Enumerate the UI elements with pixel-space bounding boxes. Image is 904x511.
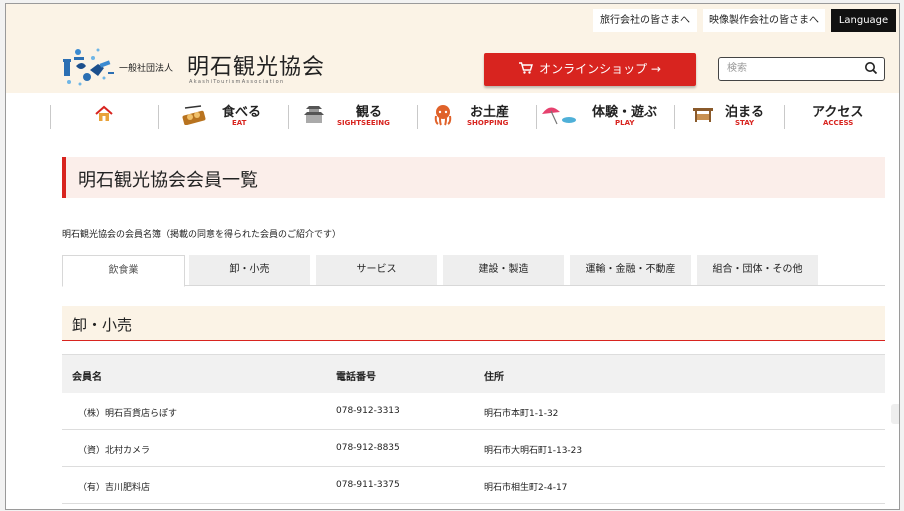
nav-sightseeing[interactable]: 観る SIGHTSEEING <box>303 101 413 131</box>
film-production-link[interactable]: 映像製作会社の皆さまへ <box>703 9 825 32</box>
nav-divider <box>158 105 159 129</box>
search-input[interactable] <box>727 60 857 76</box>
logo-title[interactable]: 明石観光協会 <box>187 49 325 81</box>
tab-food[interactable]: 飲食業 <box>62 255 185 287</box>
table-header: 会員名 電話番号 住所 <box>62 354 885 394</box>
tab-retail[interactable]: 卸・小売 <box>189 255 310 285</box>
table-row: （資）北村カメラ 078-912-8835 明石市大明石町1-13-23 <box>62 430 885 467</box>
nav-divider <box>50 105 51 129</box>
table-row: （株）明石百貨店らぽす 078-912-3313 明石市本町1-1-32 <box>62 393 885 430</box>
nav-eat[interactable]: 食べる EAT <box>181 101 271 131</box>
page-title: 明石観光協会会員一覧 <box>78 170 258 191</box>
nav-home[interactable] <box>91 101 121 131</box>
nav-divider <box>674 105 675 129</box>
tab-construction[interactable]: 建設・製造 <box>443 255 564 285</box>
nav-sightseeing-sub: SIGHTSEEING <box>337 119 390 127</box>
nav-play-label: 体験・遊ぶ <box>592 105 658 120</box>
logo-prefix: 一般社団法人 <box>119 64 174 74</box>
member-name: （株）明石百貨店らぽす <box>78 409 178 419</box>
nav-access[interactable]: アクセス ACCESS <box>793 101 883 131</box>
column-header-name: 会員名 <box>72 372 102 383</box>
category-tabs: 飲食業 卸・小売 サービス 建設・製造 運輸・金融・不動産 組合・団体・その他 <box>62 255 885 287</box>
title-accent-bar <box>62 157 66 198</box>
member-address: 明石市大明石町1-13-23 <box>484 446 583 456</box>
page-description: 明石観光協会の会員名簿（掲載の同意を得られた会員のご紹介です） <box>62 230 342 240</box>
member-phone: 078-912-3313 <box>336 406 400 416</box>
tab-associations[interactable]: 組合・団体・その他 <box>697 255 818 285</box>
nav-divider <box>784 105 785 129</box>
section-title: 卸・小売 <box>72 316 133 334</box>
nav-play-sub: PLAY <box>615 119 635 127</box>
site-header: 一般社団法人 明石観光協会 AkashiTourismAssociation オ… <box>6 39 899 93</box>
nav-access-label: アクセス <box>812 105 864 120</box>
member-address: 明石市相生町2-4-17 <box>484 483 568 493</box>
member-phone: 078-911-3375 <box>336 480 400 490</box>
nav-shopping[interactable]: お土産 SHOPPING <box>434 101 524 131</box>
tab-transport-finance[interactable]: 運輸・金融・不動産 <box>570 255 691 285</box>
tab-services[interactable]: サービス <box>316 255 437 285</box>
table-row: （有）吉川肥料店 078-911-3375 明石市相生町2-4-17 <box>62 467 885 504</box>
octopus-icon <box>434 105 452 126</box>
nav-stay-label: 泊まる <box>725 105 765 120</box>
member-name: （資）北村カメラ <box>78 446 151 456</box>
column-header-address: 住所 <box>484 372 504 383</box>
nav-eat-label: 食べる <box>222 105 262 120</box>
nav-stay[interactable]: 泊まる STAY <box>692 101 777 131</box>
nav-stay-sub: STAY <box>735 119 755 127</box>
main-nav: 食べる EAT 観る SIGHTSEEING お土産 SHOPPING 体験・遊… <box>6 93 899 138</box>
parasol-icon <box>542 107 576 125</box>
browser-page: 旅行会社の皆さまへ 映像製作会社の皆さまへ Language 一般社団法人 明石… <box>5 3 900 510</box>
online-shop-label: オンラインショップ → <box>539 62 661 76</box>
bed-icon <box>693 108 713 122</box>
association-logo-icon[interactable] <box>60 44 118 88</box>
member-name: （有）吉川肥料店 <box>78 483 151 493</box>
logo-subtitle: AkashiTourismAssociation <box>189 79 285 85</box>
nav-sightseeing-label: 観る <box>356 105 383 120</box>
language-button[interactable]: Language <box>831 9 896 32</box>
search-box <box>718 57 885 81</box>
nav-eat-sub: EAT <box>232 119 247 127</box>
utility-bar: 旅行会社の皆さまへ 映像製作会社の皆さまへ Language <box>6 4 899 39</box>
member-address: 明石市本町1-1-32 <box>484 409 559 419</box>
nav-play[interactable]: 体験・遊ぶ PLAY <box>536 101 661 131</box>
search-icon[interactable] <box>864 61 878 75</box>
page-title-box: 明石観光協会会員一覧 <box>62 157 885 198</box>
home-icon <box>95 105 113 121</box>
nav-divider <box>288 105 289 129</box>
travel-agency-link[interactable]: 旅行会社の皆さまへ <box>593 9 697 32</box>
nav-divider <box>417 105 418 129</box>
castle-icon <box>304 106 324 123</box>
nav-shopping-label: お土産 <box>470 105 510 120</box>
cart-icon <box>519 62 534 74</box>
takoyaki-icon <box>182 105 206 125</box>
online-shop-button[interactable]: オンラインショップ → <box>484 53 696 86</box>
nav-access-sub: ACCESS <box>823 119 854 127</box>
page-top-handle[interactable] <box>891 404 899 424</box>
member-phone: 078-912-8835 <box>336 443 400 453</box>
nav-shopping-sub: SHOPPING <box>467 119 509 127</box>
column-header-phone: 電話番号 <box>336 372 376 383</box>
section-heading: 卸・小売 <box>62 306 885 341</box>
